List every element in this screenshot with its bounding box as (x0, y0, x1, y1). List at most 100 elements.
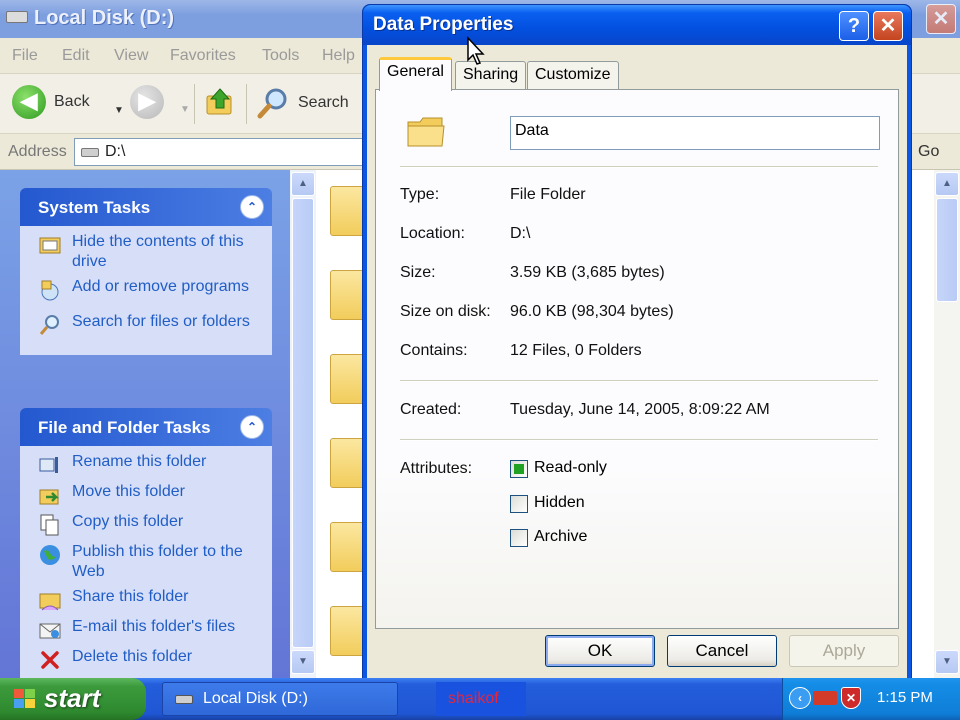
folder-name-input[interactable]: Data (510, 116, 880, 150)
menu-file[interactable]: File (12, 47, 38, 65)
folder-icon[interactable] (330, 270, 366, 320)
attributes-label: Attributes: (400, 460, 473, 477)
menu-help[interactable]: Help (322, 47, 355, 65)
folder-icon[interactable] (330, 186, 366, 236)
location-value: D:\ (510, 225, 531, 242)
folder-icon[interactable] (330, 438, 366, 488)
created-row: Created: Tuesday, June 14, 2005, 8:09:22… (400, 401, 880, 423)
task-label: Search for files or folders (72, 313, 250, 330)
type-row: Type: File Folder (400, 186, 880, 208)
scroll-thumb[interactable] (936, 198, 958, 302)
dialog-title: Data Properties (373, 14, 514, 35)
taskbar-window-label: Local Disk (D:) (203, 690, 308, 707)
task-move-folder[interactable]: Move this folder (36, 482, 264, 507)
file-folder-tasks-header[interactable]: File and Folder Tasks ⌃ (20, 408, 272, 446)
task-copy-folder[interactable]: Copy this folder (36, 512, 264, 537)
start-button[interactable]: start (0, 678, 146, 720)
dialog-titlebar[interactable]: Data Properties ? ✕ (363, 5, 911, 45)
taskbar-user-label: shaikof (448, 690, 499, 707)
size-label: Size: (400, 264, 436, 281)
system-tray: ‹ ✕ 1:15 PM (782, 678, 960, 720)
hidden-label: Hidden (534, 494, 585, 511)
back-dropdown-icon[interactable]: ▼ (114, 105, 124, 116)
hidden-checkbox[interactable] (510, 495, 528, 513)
size-on-disk-row: Size on disk: 96.0 KB (98,304 bytes) (400, 303, 880, 325)
help-button[interactable]: ? (839, 11, 869, 41)
apply-button[interactable]: Apply (789, 635, 899, 667)
back-arrow-icon: ◀ (12, 85, 46, 119)
file-list-scrollbar[interactable]: ▲ ▼ (934, 170, 960, 678)
scroll-down-icon[interactable]: ▼ (935, 650, 959, 674)
type-label: Type: (400, 186, 440, 203)
task-label: Hide the contents of this drive (72, 233, 244, 270)
task-label: Move this folder (72, 483, 185, 500)
pane-scrollbar[interactable]: ▲ ▼ (290, 170, 316, 678)
close-button[interactable]: ✕ (873, 11, 903, 41)
task-label: Publish this folder to the Web (72, 543, 243, 580)
read-only-label: Read-only (534, 459, 607, 476)
hide-contents-icon (39, 237, 61, 254)
system-tasks-header[interactable]: System Tasks ⌃ (20, 188, 272, 226)
separator (400, 380, 878, 382)
tray-expand-icon[interactable]: ‹ (789, 687, 811, 709)
toolbar-separator (246, 84, 247, 124)
taskbar: start Local Disk (D:) shaikof ‹ ✕ 1:15 P… (0, 678, 960, 720)
folder-icon[interactable] (330, 354, 366, 404)
address-input[interactable]: D:\ (74, 138, 374, 166)
dialog-body: General Sharing Customize Data Type: Fil… (367, 45, 907, 679)
network-icon[interactable] (813, 691, 837, 705)
archive-checkbox[interactable] (510, 529, 528, 547)
scroll-thumb[interactable] (292, 198, 314, 648)
taskbar-user-item[interactable]: shaikof (436, 682, 526, 716)
explorer-title: Local Disk (D:) (34, 7, 175, 29)
ok-button[interactable]: OK (545, 635, 655, 667)
clock[interactable]: 1:15 PM (877, 689, 933, 706)
taskbar-window-button[interactable]: Local Disk (D:) (162, 682, 398, 716)
security-shield-icon[interactable]: ✕ (841, 687, 861, 709)
folder-icon (407, 117, 445, 147)
task-email-files[interactable]: E-mail this folder's files (36, 617, 264, 642)
read-only-checkbox[interactable] (510, 460, 528, 478)
task-label: Delete this folder (72, 648, 193, 665)
collapse-icon[interactable]: ⌃ (240, 415, 264, 439)
forward-dropdown-icon[interactable]: ▼ (180, 104, 190, 115)
menu-view[interactable]: View (114, 47, 148, 65)
menu-edit[interactable]: Edit (62, 47, 90, 65)
menu-favorites[interactable]: Favorites (170, 47, 236, 65)
task-label: Add or remove programs (72, 278, 249, 295)
task-delete-folder[interactable]: Delete this folder (36, 647, 264, 672)
menu-tools[interactable]: Tools (262, 47, 299, 65)
search-icon (39, 315, 59, 335)
collapse-icon[interactable]: ⌃ (240, 195, 264, 219)
tab-customize[interactable]: Customize (527, 61, 619, 89)
separator (400, 439, 878, 441)
cancel-button[interactable]: Cancel (667, 635, 777, 667)
folder-icon[interactable] (330, 606, 366, 656)
share-icon (39, 593, 61, 611)
back-label: Back (54, 93, 90, 110)
start-label: start (44, 683, 101, 713)
task-hide-contents[interactable]: Hide the contents of this drive (36, 232, 264, 272)
back-button[interactable]: ◀ Back ▼ (12, 85, 124, 119)
scroll-up-icon[interactable]: ▲ (291, 172, 315, 196)
task-rename-folder[interactable]: Rename this folder (36, 452, 264, 477)
task-search-files[interactable]: Search for files or folders (36, 312, 264, 342)
contains-value: 12 Files, 0 Folders (510, 342, 642, 359)
folder-icon[interactable] (330, 522, 366, 572)
general-tab-panel: Data Type: File Folder Location: D:\ Siz… (375, 89, 899, 629)
scroll-down-icon[interactable]: ▼ (291, 650, 315, 674)
folder-up-icon[interactable] (204, 86, 236, 118)
scroll-up-icon[interactable]: ▲ (935, 172, 959, 196)
task-share-folder[interactable]: Share this folder (36, 587, 264, 612)
drive-icon (175, 695, 193, 704)
task-add-remove-programs[interactable]: Add or remove programs (36, 277, 264, 307)
go-button[interactable]: Go (918, 143, 939, 161)
system-tasks-title: System Tasks (38, 198, 151, 217)
task-label: E-mail this folder's files (72, 618, 236, 635)
file-folder-tasks-body: Rename this folder Move this folder Copy… (20, 446, 272, 716)
forward-button[interactable]: ▶ (130, 85, 164, 119)
explorer-close-button[interactable]: ✕ (926, 4, 956, 34)
tab-general[interactable]: General (379, 57, 452, 91)
task-label: Share this folder (72, 588, 189, 605)
task-publish-web[interactable]: Publish this folder to the Web (36, 542, 264, 582)
